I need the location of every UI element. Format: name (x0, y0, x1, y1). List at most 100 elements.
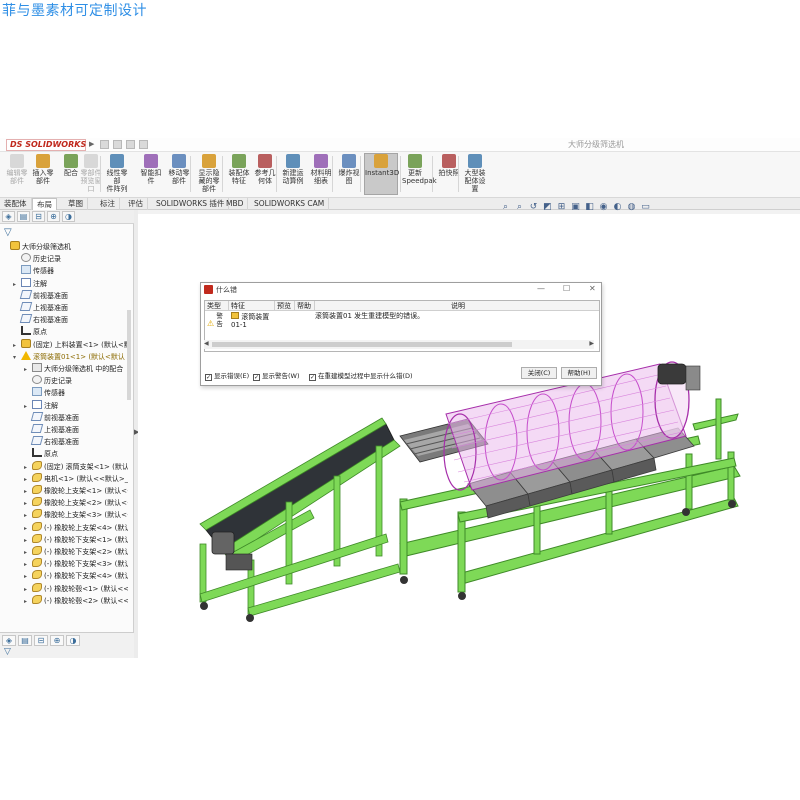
zoom-area-icon[interactable]: ⌕ (514, 202, 525, 213)
edit-appearance-icon[interactable]: ◐ (612, 202, 623, 213)
tree-item[interactable]: 历史记录 (24, 375, 128, 387)
tree-item[interactable]: 右视基准面 (24, 436, 128, 448)
help-button[interactable]: 帮助(H) (561, 367, 597, 379)
column-header-help[interactable]: 帮助 (295, 301, 315, 311)
previous-view-icon[interactable]: ↺ (528, 202, 539, 213)
table-row-feature[interactable]: 滚筒装置01-1 (231, 312, 275, 334)
ribbon-button-0[interactable]: 编辑零 部件 (4, 154, 30, 185)
maximize-icon[interactable]: ☐ (563, 284, 570, 293)
expand-arrow-icon[interactable]: ▸ (24, 584, 32, 595)
dim-xpert-tab-icon[interactable]: ⊕ (50, 635, 64, 646)
solidworks-logo[interactable]: DS SOLIDWORKS (6, 139, 86, 151)
new-file-icon[interactable] (113, 140, 122, 149)
minimize-icon[interactable]: — (537, 284, 545, 293)
tree-item[interactable]: ▸ 大师分级筛选机 中的配合 (24, 363, 128, 375)
close-icon[interactable]: ✕ (589, 284, 596, 293)
chevron-down-icon[interactable]: ▶ (89, 140, 94, 148)
tree-item[interactable]: 原点 (24, 448, 128, 460)
property-manager-tab-icon[interactable]: ▤ (17, 211, 30, 222)
ribbon-button-14[interactable]: 更新 Speedpak (402, 154, 437, 185)
filter-icon[interactable]: ▽ (4, 227, 12, 238)
tree-item[interactable]: 上视基准面 (24, 424, 128, 436)
apply-scene-icon[interactable]: ◍ (626, 202, 637, 213)
zoom-to-fit-icon[interactable]: ⌕ (500, 202, 511, 213)
tree-item[interactable]: ▸ 橡胶轮上支架<3> (默认<< (24, 509, 128, 521)
tree-item[interactable]: ▸ (-) 橡胶轮下支架<1> (默认< (24, 533, 128, 546)
tree-item[interactable]: 上视基准面 (13, 302, 128, 314)
expand-arrow-icon[interactable]: ▸ (13, 279, 21, 290)
tree-scrollbar[interactable] (127, 310, 131, 400)
ribbon-button-11[interactable]: 材料明 细表 (308, 154, 334, 185)
tree-item[interactable]: ▸ (-) 橡胶轮下支架<3> (默认< (24, 558, 128, 570)
tree-item[interactable]: ▸ 注解 (24, 399, 128, 412)
expand-arrow-icon[interactable]: ▸ (24, 364, 32, 375)
ribbon-button-16[interactable]: 大型装 配体设 置 (462, 154, 488, 193)
tree-item[interactable]: ▸ (固定) 滚筒支架<1> (默认< (24, 460, 128, 473)
expand-arrow-icon[interactable]: ▸ (13, 340, 21, 351)
tree-item[interactable]: ▸ (-) 橡胶轮上支架<4> (默认< (24, 521, 128, 534)
tree-item[interactable]: ▸ 注解 (13, 277, 128, 290)
tree-item[interactable]: ▸ 电机<1> (默认<<默认>_显 (24, 472, 128, 485)
tree-item[interactable]: ▸ 橡胶轮上支架<1> (默认<< (24, 485, 128, 497)
scroll-thumb[interactable] (212, 342, 512, 347)
hide-show-items-icon[interactable]: ◉ (598, 202, 609, 213)
expand-arrow-icon[interactable]: ▸ (24, 571, 32, 582)
display-style-icon[interactable]: ◧ (584, 202, 595, 213)
table-row-description[interactable]: 滚筒装置01 发生重建模型的错误。 (315, 312, 595, 334)
ribbon-button-5[interactable]: 智能扣 件 (138, 154, 164, 185)
view-settings-icon[interactable]: ▭ (640, 202, 651, 213)
column-header-preview[interactable]: 预览 (275, 301, 295, 311)
ribbon-button-7[interactable]: 显示隐 藏的零 部件 (196, 154, 222, 193)
expand-arrow-icon[interactable]: ▾ (13, 352, 21, 363)
save-icon[interactable] (139, 140, 148, 149)
graphics-area[interactable]: 什么错 — ☐ ✕ 类型 特征 预览 帮助 说明 ⚠ 警告 滚筒装置01-1 滚… (138, 214, 800, 658)
view-orientation-icon[interactable]: ▣ (570, 202, 581, 213)
expand-arrow-icon[interactable]: ▸ (24, 401, 32, 412)
tree-item[interactable]: 传感器 (13, 265, 128, 277)
tab-1[interactable]: 布局 (32, 198, 57, 210)
tree-item[interactable]: 历史记录 (13, 253, 128, 265)
ribbon-button-10[interactable]: 新建运 动算例 (280, 154, 306, 185)
show-during-rebuild-checkbox[interactable]: ✓ 在重建模型过程中显示什么错(D) (309, 370, 413, 381)
expand-arrow-icon[interactable]: ▸ (24, 523, 32, 534)
property-manager-tab-icon[interactable]: ▤ (18, 635, 32, 646)
config-manager-tab-icon[interactable]: ⊟ (32, 211, 45, 222)
ribbon-button-1[interactable]: 插入零 部件 (30, 154, 56, 185)
tab-6[interactable]: MBD (222, 198, 249, 210)
config-manager-tab-icon[interactable]: ⊟ (34, 635, 48, 646)
expand-arrow-icon[interactable]: ▸ (24, 559, 32, 570)
display-manager-tab-icon[interactable]: ◑ (62, 211, 75, 222)
ribbon-button-12[interactable]: 爆炸视 图 (336, 154, 362, 185)
tab-5[interactable]: SOLIDWORKS 插件 (152, 198, 230, 210)
tree-item[interactable]: 前视基准面 (24, 411, 128, 424)
expand-arrow-icon[interactable]: ▸ (24, 486, 32, 497)
tab-0[interactable]: 装配体 (0, 198, 32, 210)
column-header-description[interactable]: 说明 (315, 301, 599, 311)
tree-item[interactable]: ▾ 滚筒装置01<1> (默认<默认 (13, 350, 128, 363)
show-warnings-checkbox[interactable]: ✓ 显示警告(W) (253, 370, 300, 381)
ribbon-button-6[interactable]: 移动零 部件 (166, 154, 192, 185)
expand-arrow-icon[interactable]: ▸ (24, 596, 32, 607)
scroll-left-icon[interactable]: ◀ (204, 340, 209, 347)
tree-item[interactable]: 右视基准面 (13, 314, 128, 326)
tab-4[interactable]: 评估 (124, 198, 148, 210)
ribbon-button-13[interactable]: Instant3D (364, 153, 399, 195)
column-header-type[interactable]: 类型 (205, 301, 229, 311)
tab-7[interactable]: SOLIDWORKS CAM (250, 198, 330, 210)
filter-icon[interactable]: ▽ (4, 647, 11, 657)
close-button[interactable]: 关闭(C) (521, 367, 557, 379)
tree-item[interactable]: ▸ (-) 橡胶轮毂<2> (默认<<默 (24, 594, 128, 607)
expand-arrow-icon[interactable]: ▸ (24, 462, 32, 473)
tree-item[interactable]: ▸ (-) 橡胶轮毂<1> (默认<<默 (24, 582, 128, 595)
display-manager-tab-icon[interactable]: ◑ (66, 635, 80, 646)
expand-arrow-icon[interactable]: ▸ (24, 547, 32, 558)
tree-item[interactable]: ▸ (固定) 上料装置<1> (默认<默认 (13, 338, 128, 351)
show-errors-checkbox[interactable]: ✓ 显示错误(E) (205, 370, 249, 381)
dim-xpert-tab-icon[interactable]: ⊕ (47, 211, 60, 222)
expand-arrow-icon[interactable]: ▸ (24, 535, 32, 546)
expand-arrow-icon[interactable]: ▸ (24, 510, 32, 521)
feature-tree-tab-icon[interactable]: ◈ (2, 635, 16, 646)
ribbon-button-4[interactable]: 线性零部 件阵列 (104, 154, 130, 193)
dynamic-annotation-icon[interactable]: ⊞ (556, 202, 567, 213)
expand-arrow-icon[interactable]: ▸ (24, 474, 32, 485)
